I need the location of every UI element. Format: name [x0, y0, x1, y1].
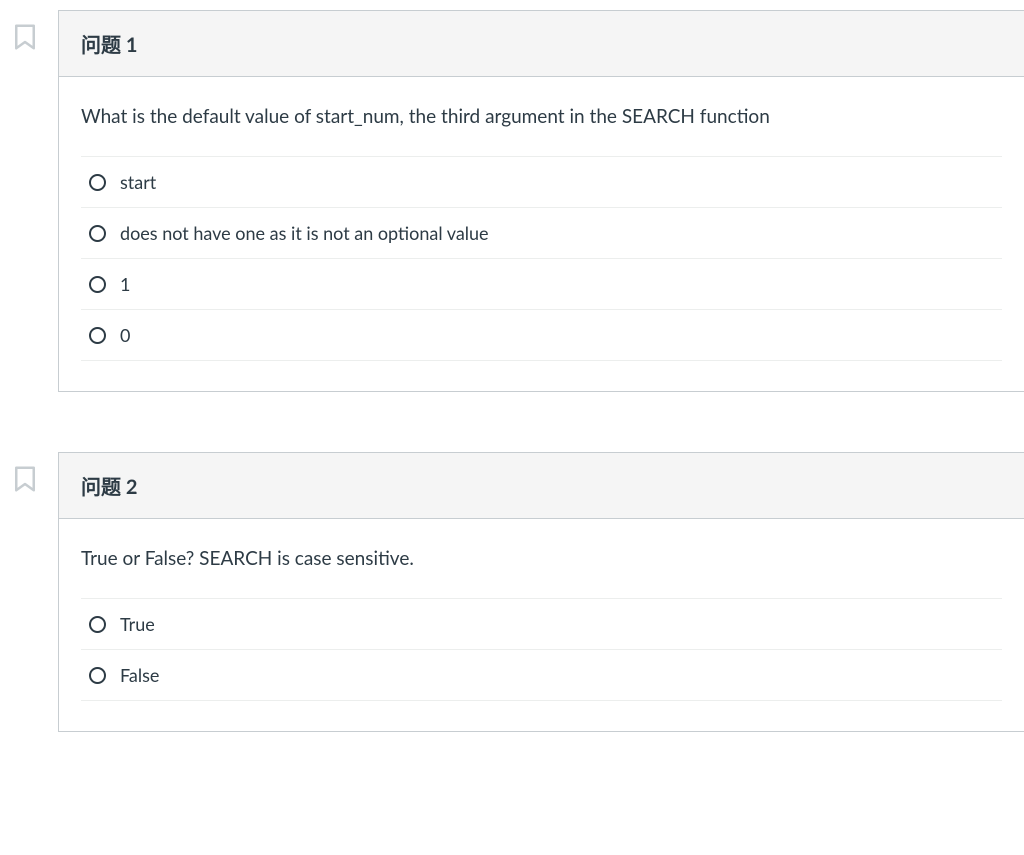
option-label: True [120, 613, 155, 635]
option-label: does not have one as it is not an option… [120, 222, 489, 244]
option-row[interactable]: does not have one as it is not an option… [81, 208, 1002, 259]
option-row[interactable]: 0 [81, 310, 1002, 361]
radio-icon[interactable] [89, 327, 106, 344]
question-text: True or False? SEARCH is case sensitive. [81, 547, 1002, 570]
options-list: True False [81, 598, 1002, 701]
question-header: 问题 2 [59, 453, 1024, 519]
bookmark-icon[interactable] [10, 22, 40, 52]
question-body: True or False? SEARCH is case sensitive.… [59, 519, 1024, 731]
option-label: start [120, 171, 156, 193]
options-list: start does not have one as it is not an … [81, 156, 1002, 361]
radio-icon[interactable] [89, 225, 106, 242]
radio-icon[interactable] [89, 667, 106, 684]
question-title: 问题 2 [81, 471, 1002, 500]
question-body: What is the default value of start_num, … [59, 77, 1024, 391]
option-row[interactable]: start [81, 157, 1002, 208]
question-title: 问题 1 [81, 29, 1002, 58]
question-header: 问题 1 [59, 11, 1024, 77]
option-row[interactable]: 1 [81, 259, 1002, 310]
radio-icon[interactable] [89, 276, 106, 293]
option-label: False [120, 664, 159, 686]
option-row[interactable]: False [81, 650, 1002, 701]
radio-icon[interactable] [89, 174, 106, 191]
radio-icon[interactable] [89, 616, 106, 633]
question-block-1: 问题 1 What is the default value of start_… [10, 10, 1024, 392]
option-label: 1 [120, 273, 130, 295]
bookmark-icon[interactable] [10, 464, 40, 494]
question-card-1: 问题 1 What is the default value of start_… [58, 10, 1024, 392]
option-row[interactable]: True [81, 599, 1002, 650]
question-card-2: 问题 2 True or False? SEARCH is case sensi… [58, 452, 1024, 732]
question-block-2: 问题 2 True or False? SEARCH is case sensi… [10, 452, 1024, 732]
question-text: What is the default value of start_num, … [81, 105, 1002, 128]
option-label: 0 [120, 324, 130, 346]
